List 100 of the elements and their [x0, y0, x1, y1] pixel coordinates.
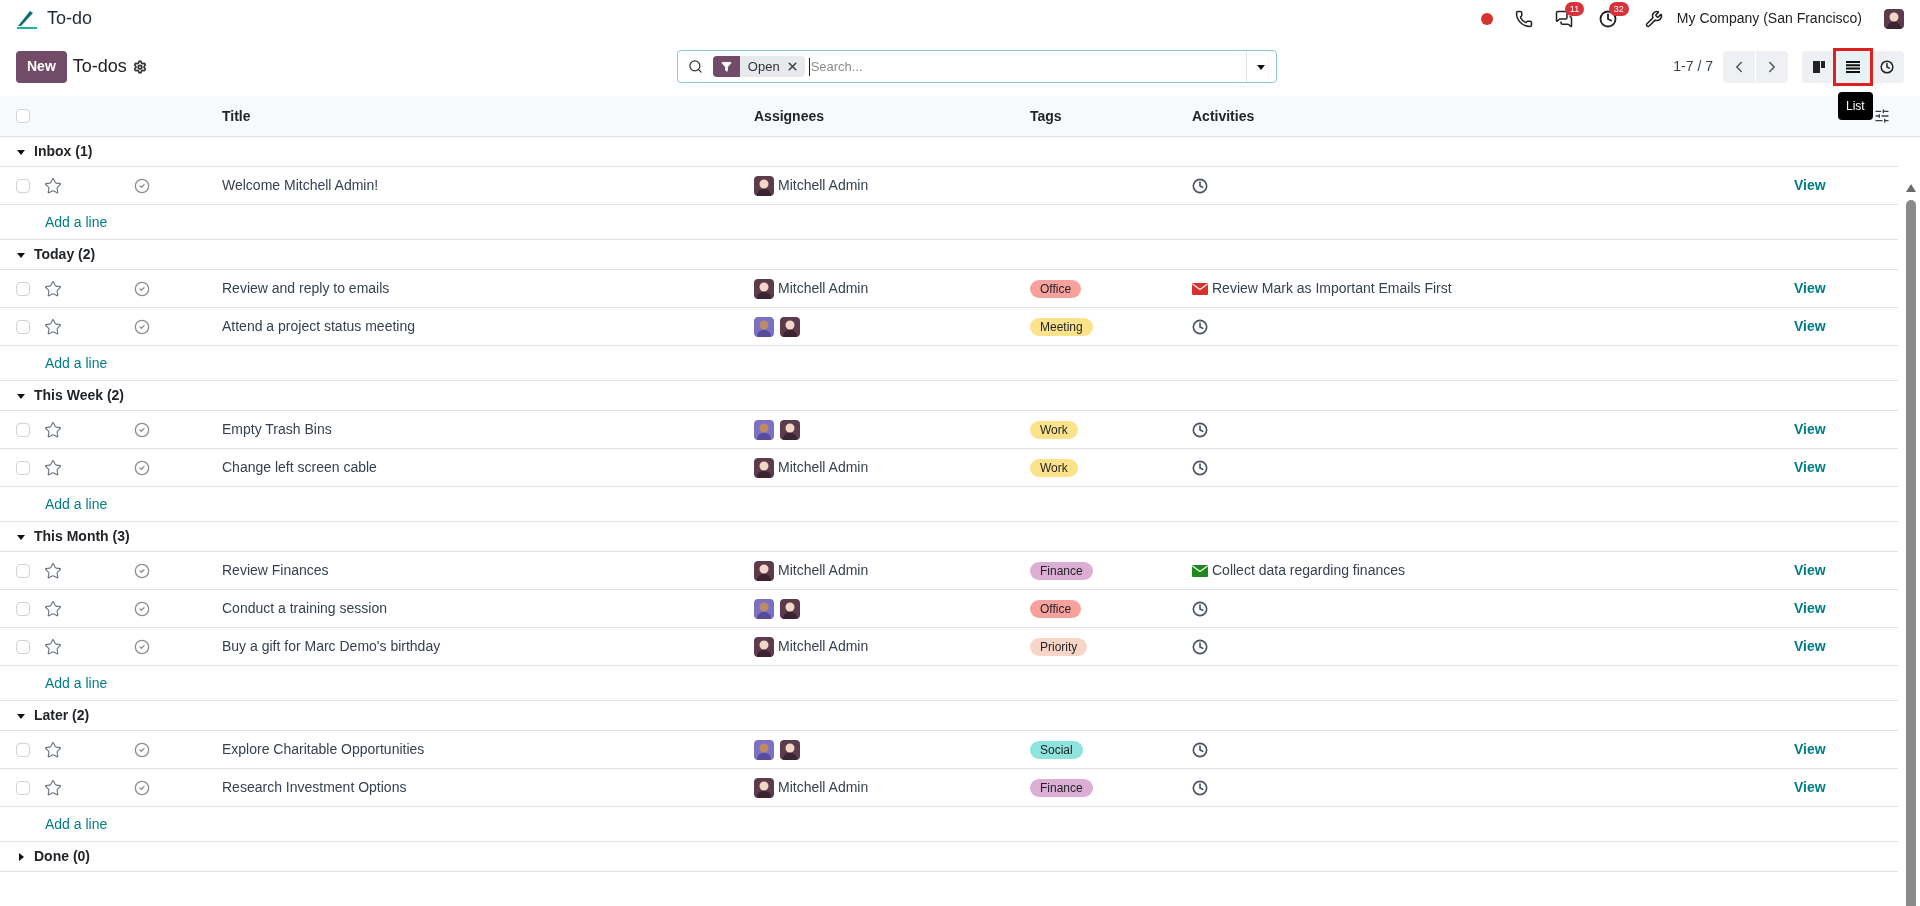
group-row[interactable]: This Week (2) — [0, 381, 1898, 411]
view-link[interactable]: View — [1788, 316, 1898, 337]
clock-icon[interactable] — [1192, 318, 1208, 335]
assignee-name: Mitchell Admin — [778, 778, 869, 797]
view-link[interactable]: View — [1788, 636, 1898, 657]
view-link[interactable]: View — [1788, 739, 1898, 760]
mark-done-icon[interactable] — [134, 421, 150, 438]
row-checkbox[interactable] — [16, 422, 30, 437]
task-title: Welcome Mitchell Admin! — [222, 177, 379, 193]
mark-done-icon[interactable] — [134, 318, 150, 335]
row-checkbox[interactable] — [16, 639, 30, 654]
kanban-icon — [1812, 59, 1826, 74]
mark-done-icon[interactable] — [134, 638, 150, 655]
add-line-link[interactable]: Add a line — [45, 211, 108, 233]
search-input[interactable]: Search... — [808, 57, 1246, 76]
app-title[interactable]: To-do — [47, 5, 93, 32]
add-line-link[interactable]: Add a line — [45, 493, 108, 515]
group-row[interactable]: This Month (3) — [0, 522, 1898, 552]
mark-done-icon[interactable] — [134, 562, 150, 579]
row-checkbox[interactable] — [16, 178, 30, 193]
mark-done-icon[interactable] — [134, 741, 150, 758]
row-checkbox[interactable] — [16, 563, 30, 578]
app-logo[interactable] — [16, 8, 38, 29]
column-header[interactable]: Tags — [1030, 107, 1062, 124]
select-all-checkbox[interactable] — [16, 109, 30, 123]
star-icon[interactable] — [44, 740, 62, 759]
star-icon[interactable] — [44, 637, 62, 656]
add-line-link[interactable]: Add a line — [45, 352, 108, 374]
view-link[interactable]: View — [1788, 419, 1898, 440]
assignee-name: Mitchell Admin — [778, 458, 869, 477]
notification-badge: 32 — [1608, 1, 1629, 16]
task-title: Conduct a training session — [222, 600, 387, 616]
mark-done-icon[interactable] — [134, 779, 150, 796]
row-checkbox[interactable] — [16, 780, 30, 795]
pager-value[interactable]: 1-7 / 7 — [1673, 56, 1713, 77]
tooltip: List — [1838, 91, 1873, 120]
group-label: Later (2) — [34, 706, 90, 725]
view-link[interactable]: View — [1788, 560, 1898, 581]
task-title: Review Finances — [222, 562, 329, 578]
view-switch-button[interactable] — [1836, 50, 1870, 83]
mark-done-icon[interactable] — [134, 280, 150, 297]
assignee-name: Mitchell Admin — [778, 279, 869, 298]
star-icon[interactable] — [44, 420, 62, 439]
group-row[interactable]: Done (0) — [0, 842, 1898, 872]
group-label: Today (2) — [34, 245, 96, 264]
clock-icon[interactable] — [1192, 421, 1208, 438]
envelope-icon[interactable] — [1192, 282, 1208, 295]
clock-icon — [1880, 59, 1894, 74]
filter-facet[interactable]: Open — [712, 56, 805, 77]
star-icon[interactable] — [44, 778, 62, 797]
star-icon[interactable] — [44, 458, 62, 477]
star-icon[interactable] — [44, 599, 62, 618]
clock-icon[interactable] — [1192, 638, 1208, 655]
clock-icon[interactable] — [1192, 779, 1208, 796]
view-link[interactable]: View — [1788, 175, 1898, 196]
clock-icon[interactable] — [1192, 741, 1208, 758]
column-header[interactable]: Title — [222, 107, 251, 124]
group-label: This Week (2) — [34, 386, 124, 405]
row-checkbox[interactable] — [16, 281, 30, 296]
view-link[interactable]: View — [1788, 457, 1898, 478]
search-bar[interactable]: Open Search... — [676, 50, 1277, 83]
view-link[interactable]: View — [1788, 777, 1898, 798]
group-row[interactable]: Inbox (1) — [0, 137, 1898, 167]
scrollbar[interactable] — [1906, 200, 1916, 906]
tag: Office — [1030, 279, 1082, 298]
scroll-up-icon[interactable] — [1906, 184, 1916, 192]
view-link[interactable]: View — [1788, 598, 1898, 619]
add-line-link[interactable]: Add a line — [45, 813, 108, 835]
mark-done-icon[interactable] — [134, 177, 150, 194]
column-header[interactable]: Activities — [1192, 107, 1255, 124]
star-icon[interactable] — [44, 176, 62, 195]
add-line-link[interactable]: Add a line — [45, 672, 108, 694]
tools-icon[interactable] — [1644, 9, 1663, 28]
clock-icon[interactable] — [1192, 459, 1208, 476]
view-link[interactable]: View — [1788, 278, 1898, 299]
tag: Work — [1030, 420, 1078, 439]
activity-summary: Collect data regarding finances — [1212, 561, 1405, 580]
settings-icon[interactable] — [132, 59, 147, 74]
clock-icon[interactable] — [1192, 177, 1208, 194]
envelope-icon[interactable] — [1192, 564, 1208, 577]
group-label: Done (0) — [34, 847, 90, 866]
star-icon[interactable] — [44, 317, 62, 336]
column-settings-icon[interactable] — [1874, 108, 1890, 124]
row-checkbox[interactable] — [16, 742, 30, 757]
mark-done-icon[interactable] — [134, 600, 150, 617]
column-header[interactable]: Assignees — [754, 107, 825, 124]
star-icon[interactable] — [44, 561, 62, 580]
group-row[interactable]: Later (2) — [0, 701, 1898, 731]
group-row[interactable]: Today (2) — [0, 240, 1898, 270]
row-checkbox[interactable] — [16, 601, 30, 616]
new-button[interactable]: New — [16, 50, 67, 83]
mark-done-icon[interactable] — [134, 459, 150, 476]
clock-icon[interactable] — [1192, 600, 1208, 617]
user-avatar[interactable] — [1884, 8, 1904, 29]
row-checkbox[interactable] — [16, 319, 30, 334]
phone-icon[interactable] — [1514, 9, 1533, 28]
row-checkbox[interactable] — [16, 460, 30, 475]
star-icon[interactable] — [44, 279, 62, 298]
company-switcher[interactable]: My Company (San Francisco) — [1676, 8, 1862, 29]
list-icon — [1846, 60, 1860, 73]
